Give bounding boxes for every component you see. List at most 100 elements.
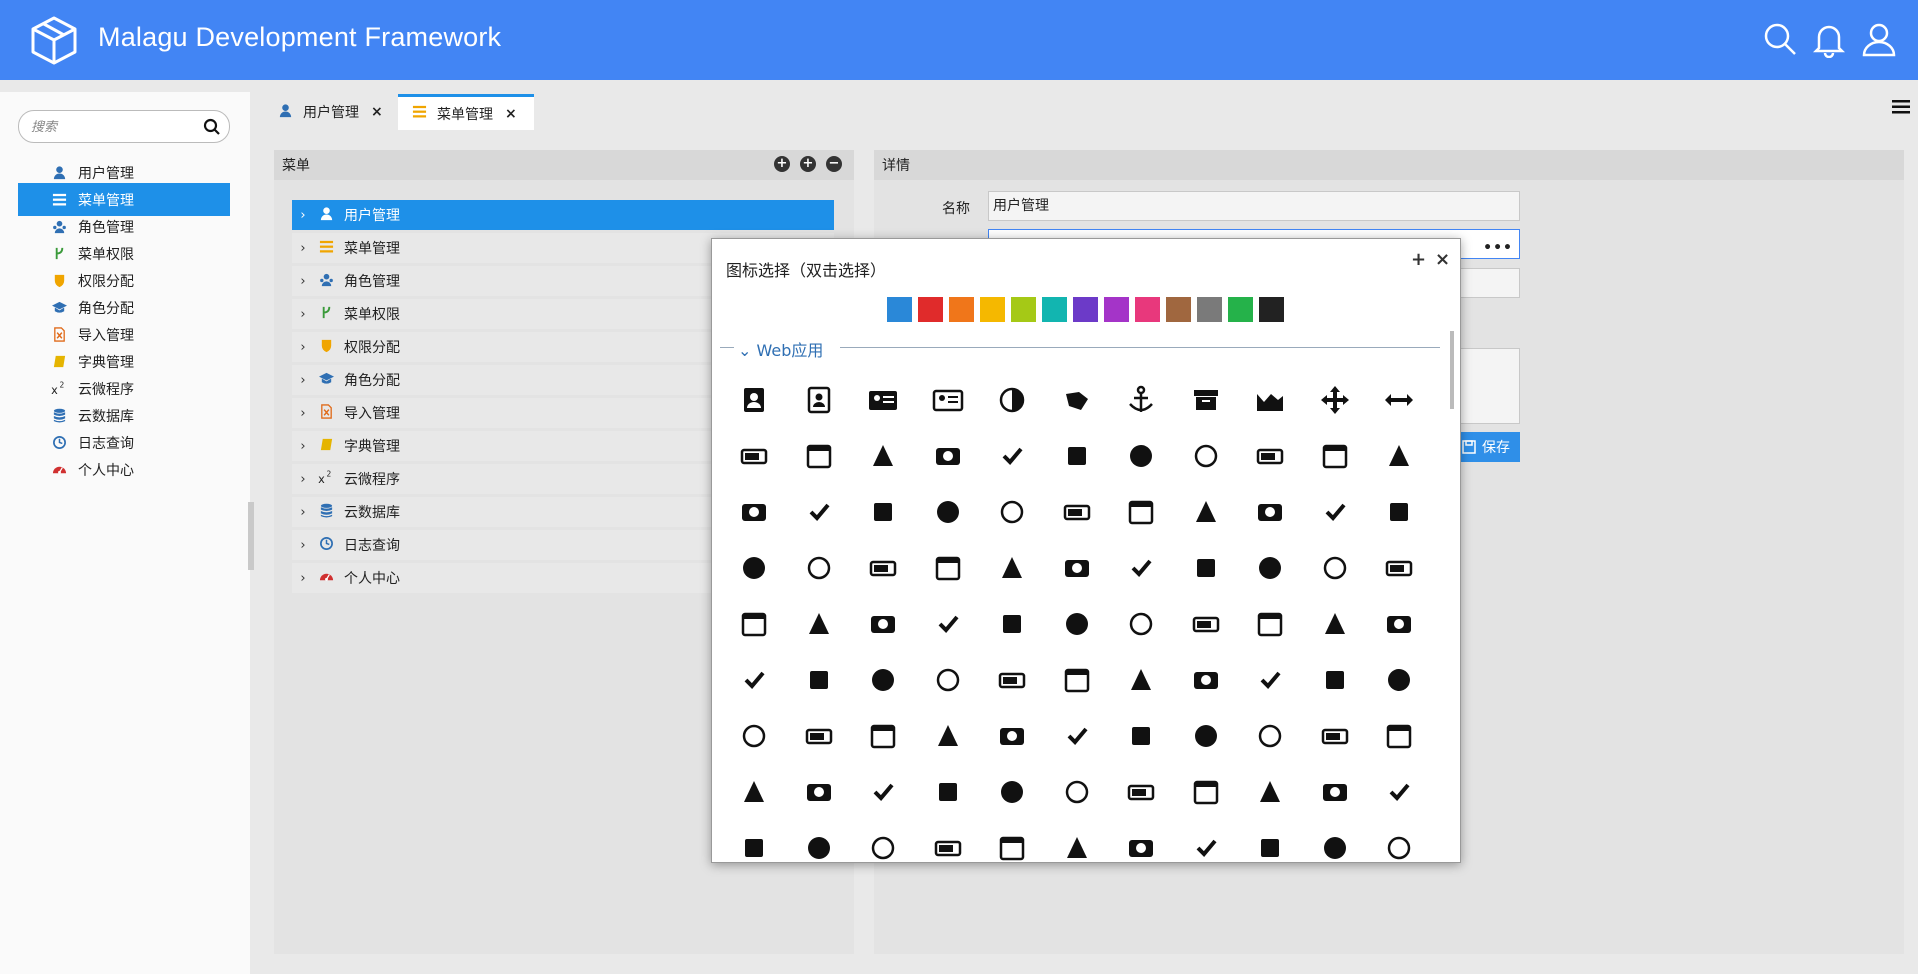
clock-icon[interactable] — [980, 820, 1044, 862]
caret-square-down-icon[interactable] — [1238, 708, 1302, 764]
color-swatch[interactable] — [887, 297, 912, 322]
color-swatch[interactable] — [980, 297, 1005, 322]
bathtub-icon[interactable] — [980, 484, 1044, 540]
bullhorn-icon[interactable] — [1045, 652, 1109, 708]
certificate-icon[interactable] — [980, 764, 1044, 820]
bath-icon[interactable] — [916, 484, 980, 540]
chevron-right-icon[interactable]: › — [292, 505, 314, 520]
color-swatch[interactable] — [1228, 297, 1253, 322]
bell-icon[interactable] — [1174, 540, 1238, 596]
check-icon[interactable] — [1045, 764, 1109, 820]
chevron-right-icon[interactable]: › — [292, 241, 314, 256]
close-button[interactable]: × — [1435, 249, 1450, 270]
battery-full-2-icon[interactable] — [787, 540, 851, 596]
battery-three-quarters-icon[interactable] — [1303, 484, 1367, 540]
color-swatch[interactable] — [1166, 297, 1191, 322]
building-icon[interactable] — [916, 652, 980, 708]
color-swatch[interactable] — [949, 297, 974, 322]
sidebar-scroll-handle[interactable] — [248, 502, 254, 570]
bullseye-icon[interactable] — [1109, 652, 1173, 708]
address-card-icon[interactable] — [851, 372, 915, 428]
bars-icon[interactable] — [851, 484, 915, 540]
bus-icon[interactable] — [1174, 652, 1238, 708]
color-swatch[interactable] — [1197, 297, 1222, 322]
cloud-upload-icon[interactable] — [1303, 820, 1367, 862]
battery-quarter-icon[interactable] — [1174, 484, 1238, 540]
american-sign-language-icon[interactable] — [1045, 372, 1109, 428]
chevron-right-icon[interactable]: › — [292, 208, 314, 223]
arrows-icon[interactable] — [1303, 372, 1367, 428]
bookmark-o-icon[interactable] — [1367, 596, 1431, 652]
chevron-right-icon[interactable]: › — [292, 373, 314, 388]
cc-icon[interactable] — [916, 764, 980, 820]
battery-2-icon[interactable] — [980, 540, 1044, 596]
building-o-icon[interactable] — [980, 652, 1044, 708]
color-swatch[interactable] — [1104, 297, 1129, 322]
sidebar-item-12[interactable]: 个人中心 — [18, 453, 230, 486]
battery-full-icon[interactable] — [1045, 484, 1109, 540]
arrows-h-icon[interactable] — [1367, 372, 1431, 428]
birthday-cake-icon[interactable] — [851, 596, 915, 652]
icon-picker-button[interactable]: ••• — [1483, 234, 1513, 262]
circle-icon[interactable] — [722, 820, 786, 862]
address-card-o-icon[interactable] — [916, 372, 980, 428]
chevron-right-icon[interactable]: › — [292, 406, 314, 421]
battery-1b-icon[interactable] — [916, 540, 980, 596]
asl-interpreting-icon[interactable] — [787, 428, 851, 484]
color-swatch[interactable] — [918, 297, 943, 322]
audio-description-icon[interactable] — [1045, 428, 1109, 484]
bug-icon[interactable] — [851, 652, 915, 708]
section-header[interactable]: ⌄ Web应用 — [720, 337, 1450, 360]
code-icon[interactable] — [1367, 820, 1431, 862]
beer-icon[interactable] — [1109, 540, 1173, 596]
address-book-o-icon[interactable] — [787, 372, 851, 428]
calendar-check-icon[interactable] — [722, 708, 786, 764]
sidebar-search[interactable] — [18, 110, 230, 143]
bell-slash-o-icon[interactable] — [1367, 540, 1431, 596]
save-button[interactable]: 保存 — [1452, 432, 1520, 462]
hamburger-menu-icon[interactable] — [1892, 100, 1910, 114]
child-icon[interactable] — [1367, 764, 1431, 820]
camera-retro-icon[interactable] — [1109, 708, 1173, 764]
chevron-right-icon[interactable]: › — [292, 340, 314, 355]
archive-icon[interactable] — [1174, 372, 1238, 428]
chevron-right-icon[interactable]: › — [292, 274, 314, 289]
close-icon[interactable] — [1109, 820, 1173, 862]
ban-icon[interactable] — [1238, 428, 1302, 484]
color-swatch[interactable] — [1073, 297, 1098, 322]
battery-half-icon[interactable] — [1238, 484, 1302, 540]
search-input[interactable] — [31, 117, 191, 137]
caret-square-left-icon[interactable] — [1303, 708, 1367, 764]
calendar-o-icon[interactable] — [851, 708, 915, 764]
battery-empty-icon[interactable] — [1109, 484, 1173, 540]
bolt-icon[interactable] — [1109, 596, 1173, 652]
balance-scale-icon[interactable] — [1174, 428, 1238, 484]
check-circle-o-icon[interactable] — [1174, 764, 1238, 820]
bluetooth-b-icon[interactable] — [1045, 596, 1109, 652]
circle-thin-icon[interactable] — [916, 820, 980, 862]
battery-4-icon[interactable] — [1367, 484, 1431, 540]
calendar-times-icon[interactable] — [980, 708, 1044, 764]
asterisk-icon[interactable] — [916, 428, 980, 484]
bluetooth-icon[interactable] — [980, 596, 1044, 652]
blind-icon[interactable] — [916, 596, 980, 652]
user-icon[interactable] — [1860, 20, 1898, 58]
arrows-v-icon[interactable] — [722, 428, 786, 484]
bar-chart-o-icon[interactable] — [722, 484, 786, 540]
circle-o-notch-icon[interactable] — [851, 820, 915, 862]
calculator-icon[interactable] — [1303, 652, 1367, 708]
area-chart-icon[interactable] — [1238, 372, 1302, 428]
tab-menu-management[interactable]: 菜单管理 × — [398, 94, 534, 130]
add-sibling-button[interactable]: + — [774, 156, 790, 172]
calendar-plus-icon[interactable] — [916, 708, 980, 764]
tree-row[interactable]: › 用户管理 — [292, 200, 834, 230]
caret-square-right-icon[interactable] — [1367, 708, 1431, 764]
circle-o-icon[interactable] — [787, 820, 851, 862]
cart-plus-icon[interactable] — [851, 764, 915, 820]
bell-icon[interactable] — [1810, 20, 1848, 58]
automobile-icon[interactable] — [1109, 428, 1173, 484]
cloud-icon[interactable] — [1174, 820, 1238, 862]
calendar-icon[interactable] — [1367, 652, 1431, 708]
address-book-icon[interactable] — [722, 372, 786, 428]
chevron-right-icon[interactable]: › — [292, 538, 314, 553]
